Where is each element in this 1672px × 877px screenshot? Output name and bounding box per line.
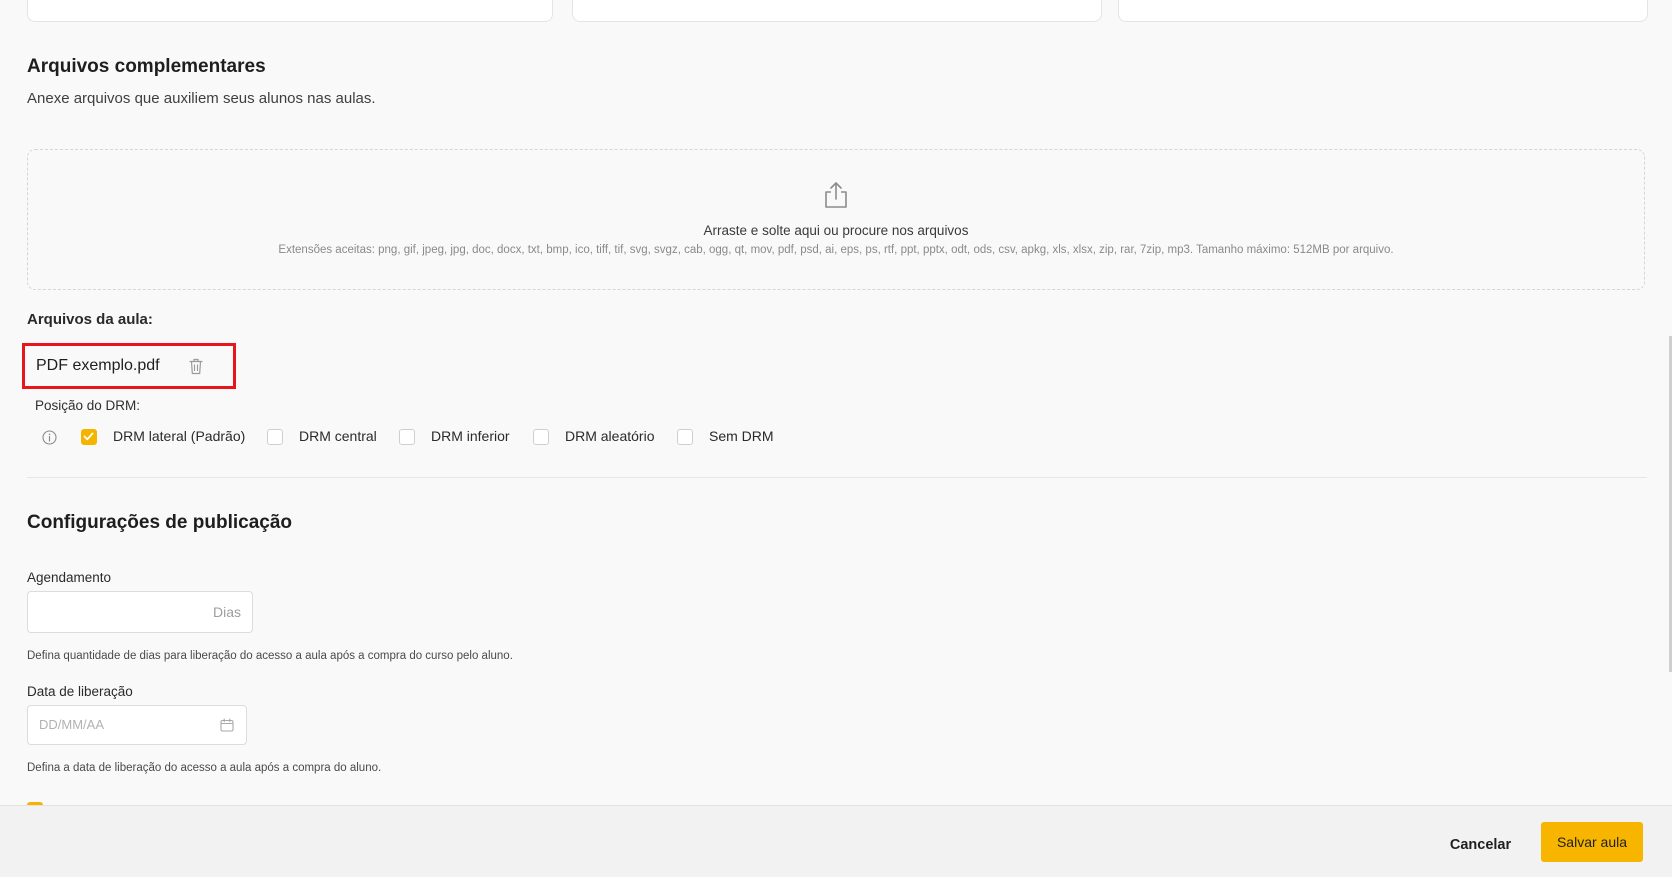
- section-divider: [27, 477, 1647, 478]
- schedule-help-text: Defina quantidade de dias para liberação…: [27, 650, 513, 662]
- drm-lateral-checkbox[interactable]: [81, 429, 97, 445]
- file-name: PDF exemplo.pdf: [36, 357, 160, 374]
- dropzone-main-text: Arraste e solte aqui ou procure nos arqu…: [703, 223, 969, 238]
- release-date-help-text: Defina a data de liberação do acesso a a…: [27, 762, 382, 774]
- complementary-files-subtitle: Anexe arquivos que auxiliem seus alunos …: [27, 90, 376, 107]
- schedule-label: Agendamento: [27, 570, 112, 585]
- lesson-files-label: Arquivos da aula:: [27, 311, 153, 328]
- cancel-button[interactable]: Cancelar: [1428, 825, 1533, 865]
- footer-bar: Cancelar Salvar aula: [0, 805, 1672, 877]
- top-cards-row: [27, 0, 1648, 22]
- drm-central-checkbox[interactable]: [267, 429, 283, 445]
- trash-icon[interactable]: [189, 358, 203, 375]
- drm-aleatorio-label[interactable]: DRM aleatório: [565, 428, 654, 444]
- upload-icon[interactable]: [823, 181, 849, 209]
- schedule-input[interactable]: Dias: [27, 591, 253, 633]
- complementary-files-title: Arquivos complementares: [27, 56, 266, 77]
- top-card: [572, 0, 1102, 22]
- release-date-placeholder: DD/MM/AA: [39, 717, 104, 732]
- file-item: PDF exemplo.pdf: [22, 343, 236, 389]
- drm-lateral-label[interactable]: DRM lateral (Padrão): [113, 428, 245, 444]
- drm-options-row: DRM lateral (Padrão) DRM central DRM inf…: [0, 428, 900, 448]
- release-date-label: Data de liberação: [27, 684, 133, 699]
- drm-inferior-label[interactable]: DRM inferior: [431, 428, 510, 444]
- drm-central-label[interactable]: DRM central: [299, 428, 377, 444]
- top-card: [27, 0, 553, 22]
- sem-drm-checkbox[interactable]: [677, 429, 693, 445]
- drm-position-label: Posição do DRM:: [35, 398, 141, 413]
- file-dropzone[interactable]: [27, 149, 1645, 290]
- sem-drm-label[interactable]: Sem DRM: [709, 428, 774, 444]
- save-lesson-button[interactable]: Salvar aula: [1541, 822, 1643, 862]
- publication-settings-title: Configurações de publicação: [27, 512, 292, 533]
- release-date-input[interactable]: DD/MM/AA: [27, 705, 247, 745]
- drm-inferior-checkbox[interactable]: [399, 429, 415, 445]
- schedule-days-suffix: Dias: [212, 604, 241, 620]
- top-card: [1118, 0, 1648, 22]
- dropzone-extensions-text: Extensões aceitas: png, gif, jpeg, jpg, …: [278, 244, 1394, 256]
- calendar-icon[interactable]: [220, 718, 234, 732]
- drm-aleatorio-checkbox[interactable]: [533, 429, 549, 445]
- info-icon[interactable]: [42, 430, 57, 445]
